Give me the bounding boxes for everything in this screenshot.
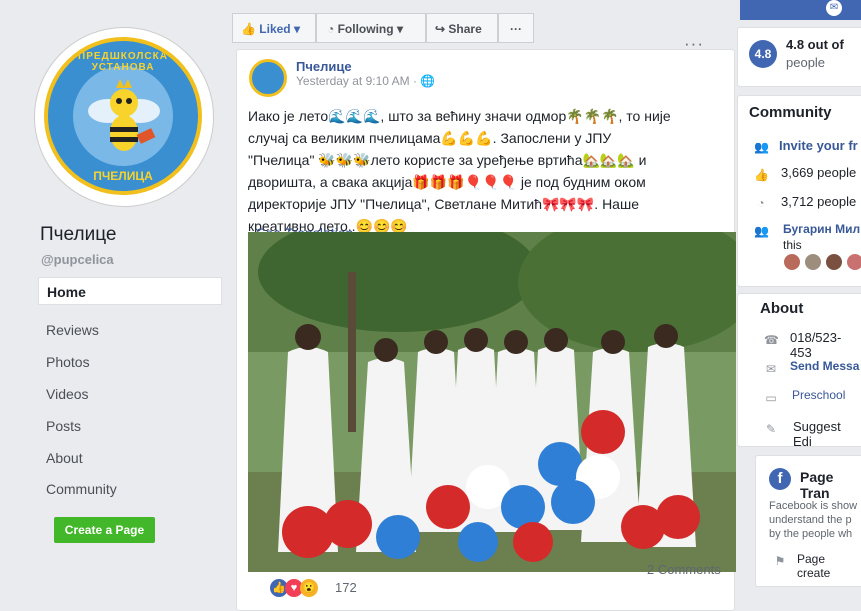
chevron-down-icon: ▾ — [293, 22, 301, 36]
nav-item-home[interactable]: Home — [38, 277, 222, 305]
invite-friends-link[interactable]: Invite your fr — [779, 138, 858, 153]
rss-icon: ◔ — [327, 22, 335, 36]
page-transparency-text: Facebook is show understand the p by the… — [769, 499, 857, 541]
friend-like-name[interactable]: Бугарин Мил — [783, 222, 860, 236]
page-handle[interactable]: @pupcelica — [41, 252, 114, 267]
nav-item-posts[interactable]: Posts — [38, 412, 222, 440]
suggest-edits-link[interactable]: Suggest Edi — [793, 419, 861, 449]
friend-avatar[interactable] — [825, 253, 843, 271]
globe-icon: 🌐 — [420, 74, 436, 88]
nav-item-reviews[interactable]: Reviews — [38, 316, 222, 344]
post-text-line: "Пчелица" 🐝🐝🐝лето користе за уређење врт… — [248, 152, 647, 168]
logo-badge: ПРЕДШКОЛСКА УСТАНОВА ПЧЕЛИЦА — [44, 37, 202, 195]
post-text-line: случај са великим пчелицама💪💪💪. Запослен… — [248, 130, 612, 146]
friend-like-suffix: this — [783, 238, 802, 252]
nav-item-photos[interactable]: Photos — [38, 348, 222, 376]
more-options-button[interactable]: ··· — [498, 13, 534, 43]
rating-people-text: people — [786, 55, 826, 70]
rating-text: 4.8 out of people — [786, 36, 844, 72]
share-icon: ↪ — [435, 22, 446, 36]
share-button[interactable]: ↪ Share — [426, 13, 498, 43]
community-heading: Community — [749, 104, 832, 121]
facebook-logo-icon: f — [769, 468, 791, 490]
friend-avatar[interactable] — [804, 253, 822, 271]
reaction-count[interactable]: 172 — [335, 580, 357, 595]
nav-item-community[interactable]: Community — [38, 475, 222, 503]
friend-avatar[interactable] — [846, 253, 861, 271]
pt-text-line: by the people wh — [769, 528, 853, 540]
rss-icon: ◔ — [757, 196, 765, 210]
rating-score-text: 4.8 out of — [786, 37, 844, 52]
post-author-name[interactable]: Пчелице — [296, 59, 352, 74]
post-timestamp[interactable]: Yesterday at 9:10 AM · 🌐 — [296, 74, 435, 88]
category-link[interactable]: Preschool — [792, 388, 845, 402]
thumbs-up-icon: 👍 — [754, 168, 769, 182]
message-button[interactable]: ✉ — [740, 0, 861, 20]
messenger-icon: ✉ — [765, 362, 777, 376]
about-heading: About — [760, 300, 804, 317]
people-icon: 👥 — [754, 140, 769, 154]
liked-button[interactable]: 👍 Liked ▾ — [232, 13, 316, 43]
friend-avatar[interactable] — [783, 253, 801, 271]
liked-label: Liked — [259, 22, 291, 36]
friends-icon: 👥 — [754, 224, 769, 238]
comments-count-link[interactable]: 2 Comments — [647, 562, 721, 577]
nav-item-about[interactable]: About — [38, 444, 222, 472]
post-text-line: директорије ЈПУ "Пчелица", Светлане Мити… — [248, 196, 639, 212]
post-options-icon[interactable]: ··· — [684, 34, 704, 54]
page-transparency-heading: Page Tran — [800, 469, 834, 501]
category-icon: ▭ — [765, 391, 777, 405]
send-message-link[interactable]: Send Messa — [790, 359, 859, 373]
create-page-button[interactable]: Create a Page — [54, 517, 155, 543]
pt-text-line: Facebook is show — [769, 500, 858, 512]
messenger-icon: ✉ — [826, 0, 842, 16]
thumbs-up-icon: 👍 — [241, 22, 256, 36]
reactions-summary[interactable]: 👍 ♥ 😮 — [270, 578, 318, 598]
following-label: Following — [337, 22, 394, 36]
follows-count[interactable]: 3,712 people — [781, 194, 856, 209]
post-author-avatar[interactable] — [249, 59, 287, 97]
post-text-line: Иако је лето🌊🌊🌊, што за већину значи одм… — [248, 108, 671, 124]
phone-icon: ☎ — [764, 333, 779, 347]
nav-item-videos[interactable]: Videos — [38, 380, 222, 408]
likes-count[interactable]: 3,669 people — [781, 165, 856, 180]
rating-badge: 4.8 — [749, 40, 777, 68]
logo-text-bottom: ПЧЕЛИЦА — [93, 169, 153, 183]
pencil-icon: ✎ — [765, 422, 777, 436]
post-text-line: дворишта, а свака акција🎁🎁🎁🎈🎈🎈 је под бу… — [248, 174, 646, 190]
flag-icon: ⚑ — [774, 554, 786, 568]
phone-number[interactable]: 018/523-453 — [790, 330, 861, 360]
group-photo-image — [248, 232, 736, 572]
post-text: Иако је лето🌊🌊🌊, што за већину значи одм… — [248, 105, 698, 237]
post-photo[interactable] — [248, 232, 736, 572]
page-title: Пчелице — [40, 224, 117, 245]
post-time-text: Yesterday at 9:10 AM · — [296, 74, 421, 88]
share-label: Share — [448, 22, 482, 36]
logo-text-top: ПРЕДШКОЛСКА УСТАНОВА — [78, 51, 168, 73]
pt-text-line: understand the p — [769, 514, 852, 526]
following-button[interactable]: ◔ Following ▾ — [316, 13, 426, 43]
page-created-text: Page create — [797, 552, 831, 580]
chevron-down-icon: ▾ — [396, 22, 403, 36]
wow-reaction-icon: 😮 — [300, 579, 318, 597]
